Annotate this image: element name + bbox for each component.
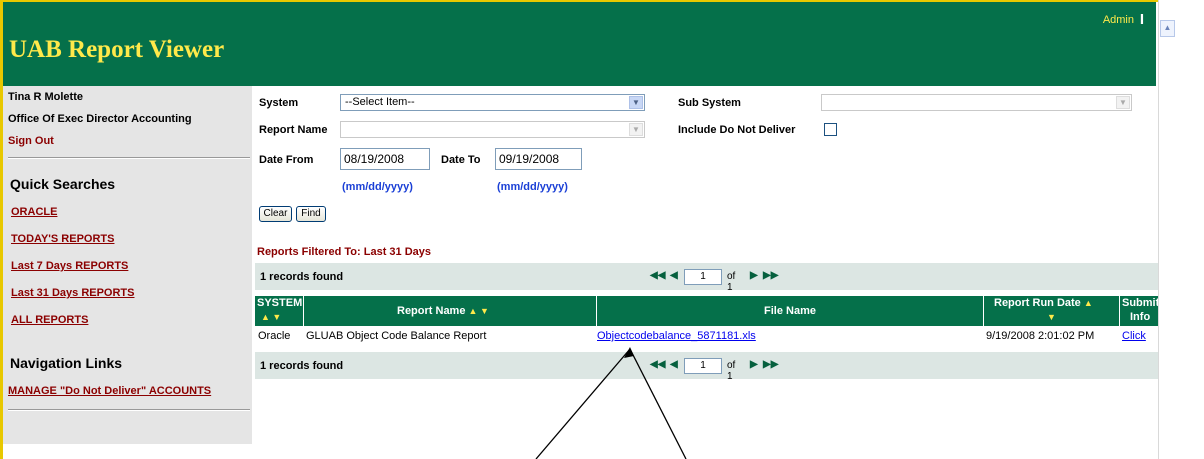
vertical-scrollbar[interactable]: ▲ [1158,0,1179,459]
scroll-up-icon[interactable]: ▲ [1160,20,1175,37]
callout-lines [535,347,687,459]
callout-line-right [629,348,687,459]
callout-line-left [535,348,631,459]
